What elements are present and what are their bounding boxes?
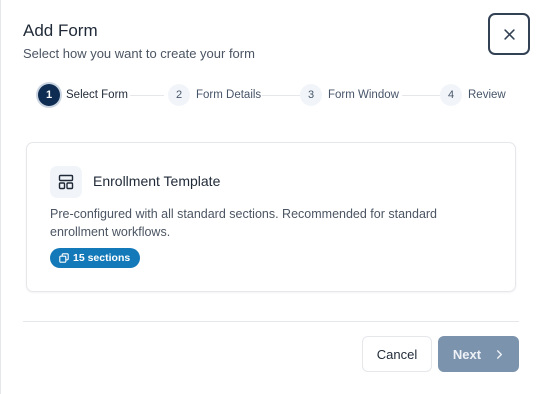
step-label: Review [468,89,506,101]
step-form-details[interactable]: 2 Form Details [168,84,261,106]
chevron-right-icon [497,349,503,359]
next-button-label: Next [452,346,482,362]
card-title: Enrollment Template [93,173,221,189]
step-label: Select Form [66,89,128,101]
step-number: 1 [38,84,60,106]
step-review[interactable]: 4 Review [440,84,506,106]
step-number: 4 [440,84,462,106]
add-form-dialog: Add Form Select how you want to create y… [0,0,536,394]
step-number: 3 [300,84,322,106]
step-connector [130,95,164,96]
sections-badge: 15 sections [50,248,141,268]
dialog-subtitle: Select how you want to create your form [23,46,255,61]
close-icon [503,28,515,40]
footer-divider [23,321,519,322]
stepper: 1 Select Form 2 Form Details 3 Form Wind… [38,84,508,108]
card-description: Pre-configured with all standard section… [50,207,438,239]
enrollment-template-card[interactable]: Enrollment Template Pre-configured with … [26,142,516,292]
step-connector [262,95,300,96]
step-number: 2 [168,84,190,106]
next-button[interactable]: Next [438,336,519,372]
sections-copy-icon [59,253,69,263]
template-layout-icon [50,166,82,198]
badge-label: 15 sections [73,252,131,264]
dialog-title: Add Form [23,21,98,40]
step-form-window[interactable]: 3 Form Window [300,84,399,106]
step-connector [402,95,440,96]
step-label: Form Window [328,89,399,101]
step-label: Form Details [196,89,262,101]
cancel-button[interactable]: Cancel [362,336,432,372]
close-button[interactable] [488,13,530,55]
step-select-form[interactable]: 1 Select Form [38,84,128,106]
